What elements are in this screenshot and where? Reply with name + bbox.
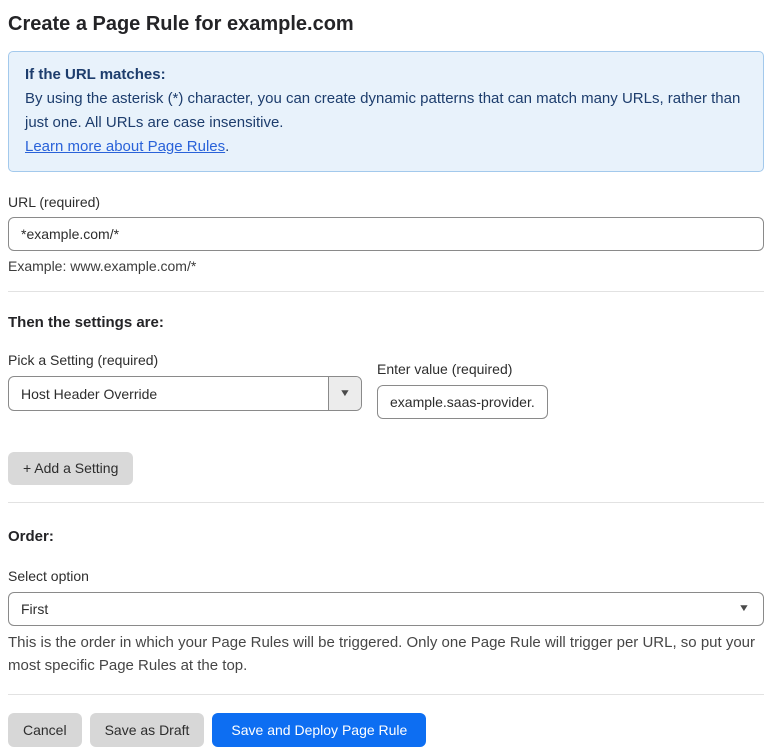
- caret-down-icon: ▼: [338, 387, 352, 399]
- url-input[interactable]: [8, 217, 764, 251]
- url-example-text: Example: www.example.com/*: [8, 258, 197, 274]
- section-divider: [8, 502, 764, 503]
- info-box-link-line: Learn more about Page Rules.: [25, 135, 747, 159]
- pick-setting-label: Pick a Setting (required): [8, 352, 159, 368]
- settings-section-heading: Then the settings are:: [8, 314, 164, 331]
- enter-value-label: Enter value (required): [377, 361, 513, 377]
- order-select[interactable]: First ▼: [8, 592, 764, 626]
- caret-down-icon: ▼: [737, 603, 751, 614]
- url-field-label: URL (required): [8, 194, 101, 210]
- setting-value-input[interactable]: [377, 385, 548, 419]
- pick-setting-selected-value: Host Header Override: [21, 385, 158, 402]
- create-page-rule-panel: Create a Page Rule for example.com If th…: [0, 0, 772, 747]
- add-setting-button[interactable]: + Add a Setting: [8, 452, 134, 485]
- section-divider: [8, 291, 764, 292]
- info-box-heading: If the URL matches:: [25, 66, 166, 83]
- cancel-button[interactable]: Cancel: [8, 713, 82, 747]
- pick-setting-column: Pick a Setting (required) Host Header Ov…: [8, 352, 362, 411]
- enter-value-column: Enter value (required): [377, 361, 548, 419]
- link-suffix-period: .: [225, 138, 230, 155]
- order-select-label: Select option: [8, 568, 89, 584]
- url-field-section: URL (required) Example: www.example.com/…: [8, 194, 764, 274]
- footer-actions: Cancel Save as Draft Save and Deploy Pag…: [8, 713, 764, 747]
- url-match-info-box: If the URL matches: By using the asteris…: [8, 51, 764, 172]
- pick-setting-dropdown-button[interactable]: ▼: [328, 377, 361, 410]
- learn-more-page-rules-link[interactable]: Learn more about Page Rules: [25, 138, 225, 155]
- order-help-text: This is the order in which your Page Rul…: [8, 634, 756, 674]
- order-selected-value: First: [21, 601, 49, 617]
- page-title: Create a Page Rule for example.com: [8, 13, 354, 35]
- order-section-heading: Order:: [8, 528, 54, 545]
- info-box-body: By using the asterisk (*) character, you…: [25, 90, 741, 131]
- settings-row: Pick a Setting (required) Host Header Ov…: [8, 332, 764, 419]
- pick-setting-select[interactable]: Host Header Override ▼: [8, 376, 362, 411]
- footer-divider: [8, 694, 764, 695]
- save-and-deploy-button[interactable]: Save and Deploy Page Rule: [212, 713, 427, 747]
- save-as-draft-button[interactable]: Save as Draft: [89, 713, 205, 747]
